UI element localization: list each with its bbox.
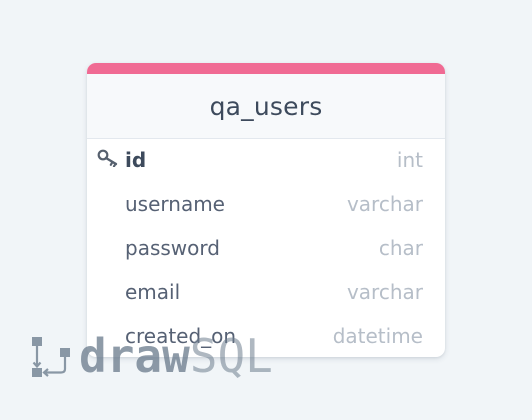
drawsql-logo-icon <box>31 333 71 379</box>
key-icon <box>97 149 119 168</box>
column-row[interactable]: email varchar <box>87 270 445 314</box>
column-type: char <box>378 236 423 260</box>
column-row[interactable]: password char <box>87 226 445 270</box>
column-row[interactable]: id int <box>87 138 445 182</box>
drawsql-watermark: drawSQL <box>31 332 273 380</box>
table-header[interactable]: qa_users <box>87 74 445 139</box>
column-row[interactable]: username varchar <box>87 182 445 226</box>
column-type: int <box>396 148 423 172</box>
column-list: id int username varchar password char em… <box>87 138 445 357</box>
column-name: password <box>125 236 220 260</box>
table-card-qa-users[interactable]: qa_users id int username varchar passwor… <box>87 63 445 357</box>
column-type: datetime <box>332 324 423 348</box>
wordmark-draw: draw <box>79 329 190 383</box>
table-accent-bar <box>87 63 445 74</box>
table-title: qa_users <box>209 91 323 121</box>
column-name: username <box>125 192 225 216</box>
column-type: varchar <box>346 192 423 216</box>
drawsql-wordmark: drawSQL <box>79 333 273 379</box>
wordmark-sql: SQL <box>189 329 273 383</box>
column-name: id <box>125 148 147 172</box>
column-name: email <box>125 280 181 304</box>
column-type: varchar <box>346 280 423 304</box>
